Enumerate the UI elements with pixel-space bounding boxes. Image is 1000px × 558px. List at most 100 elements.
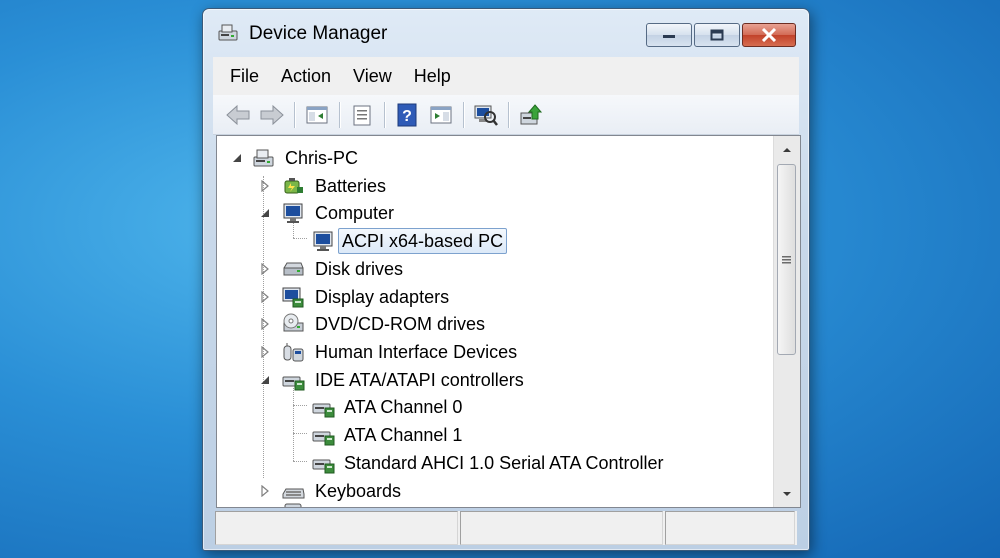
tree-node-label: Chris-PC [285,148,359,168]
tree-node-acpi-pc[interactable]: ACPI x64-based PC [217,228,767,254]
device-tree: Chris-PC Batteries Computer ACPI x64-bas… [217,136,773,507]
tree-node-label: Standard AHCI 1.0 Serial ATA Controller [344,453,664,473]
tree-node-label: IDE ATA/ATAPI controllers [315,370,524,390]
scroll-up-button[interactable] [774,138,800,162]
properties-button[interactable] [345,99,379,131]
disk-drive-icon [281,258,305,280]
next-node-icon [281,502,305,507]
computer-root-icon [251,147,275,169]
minimize-button[interactable] [646,23,692,47]
display-adapter-icon [281,286,305,308]
menu-help[interactable]: Help [403,61,462,91]
scroll-up-icon [783,148,791,152]
help-icon: ? [397,103,417,126]
toolbar-separator [339,101,340,128]
tree-node-disk-drives[interactable]: Disk drives [217,256,767,282]
ide-controller-icon [311,396,335,418]
tree-node-ide-controllers[interactable]: IDE ATA/ATAPI controllers [217,367,767,393]
scrollbar-thumb[interactable] [777,164,796,355]
tree-node-dvd-drives[interactable]: DVD/CD-ROM drives [217,311,767,337]
tree-node-display-adapters[interactable]: Display adapters [217,284,767,310]
dvd-drive-icon [281,313,305,335]
back-button[interactable] [221,99,255,131]
menu-view[interactable]: View [342,61,403,91]
scroll-down-icon [783,492,791,496]
console-tree-icon [306,106,328,123]
scan-hardware-icon [474,105,498,126]
vertical-scrollbar[interactable] [773,136,800,507]
keyboard-icon [281,480,305,502]
status-panel-2 [460,511,664,545]
collapse-icon[interactable] [259,374,271,386]
tree-node-ahci-controller[interactable]: Standard AHCI 1.0 Serial ATA Controller [217,450,767,476]
update-driver-button[interactable] [514,99,548,131]
ide-controller-icon [311,424,335,446]
maximize-icon [710,29,724,41]
hid-icon [281,341,305,363]
device-manager-app-icon [217,23,239,43]
tree-node-batteries[interactable]: Batteries [217,173,767,199]
tree-node-label: Keyboards [315,481,402,501]
title-bar[interactable]: Device Manager [203,9,809,53]
status-bar [215,511,797,545]
grip-icon [782,255,791,263]
tree-node-computer[interactable]: Computer [217,200,767,226]
expand-icon[interactable] [259,485,271,497]
monitor-icon [311,230,335,252]
monitor-icon [281,202,305,224]
action-pane-icon [430,106,452,123]
menu-bar: File Action View Help [213,57,799,95]
device-tree-pane[interactable]: Chris-PC Batteries Computer ACPI x64-bas… [216,135,801,508]
maximize-button[interactable] [694,23,740,47]
status-panel-3 [665,511,795,545]
tree-node-label: ATA Channel 1 [344,425,463,445]
window-title: Device Manager [249,23,388,44]
battery-icon [281,175,305,197]
tree-node-keyboards[interactable]: Keyboards [217,478,767,504]
tree-node-label: Human Interface Devices [315,342,518,362]
device-manager-window: Device Manager File Action View Help ? C… [202,8,810,551]
toolbar-separator [294,101,295,128]
forward-button[interactable] [255,99,289,131]
ide-controller-icon [281,369,305,391]
menu-action[interactable]: Action [270,61,342,91]
collapse-icon[interactable] [259,207,271,219]
caption-buttons [646,23,796,47]
toolbar-separator [384,101,385,128]
tree-node-label: Disk drives [315,259,404,279]
svg-text:?: ? [402,108,412,125]
properties-icon [353,105,371,125]
expand-icon[interactable] [259,318,271,330]
tree-node-label: Computer [315,203,395,223]
expand-icon[interactable] [259,180,271,192]
tree-node-root[interactable]: Chris-PC [217,145,767,171]
tree-node-label-selected: ACPI x64-based PC [338,228,508,254]
tree-node-ata-channel-0[interactable]: ATA Channel 0 [217,394,767,420]
menu-file[interactable]: File [219,61,270,91]
status-panel-1 [215,511,459,545]
scroll-down-button[interactable] [774,482,800,506]
expand-icon[interactable] [259,346,271,358]
console-tree-button[interactable] [300,99,334,131]
toolbar: ? [213,95,799,135]
tree-node-hid[interactable]: Human Interface Devices [217,339,767,365]
toolbar-separator [463,101,464,128]
collapse-icon[interactable] [231,152,243,164]
toolbar-separator [508,101,509,128]
tree-node-label: DVD/CD-ROM drives [315,314,486,334]
scan-hardware-button[interactable] [469,99,503,131]
help-button[interactable]: ? [390,99,424,131]
expand-icon[interactable] [259,263,271,275]
forward-icon [260,104,284,125]
action-pane-button[interactable] [424,99,458,131]
close-button[interactable] [742,23,796,47]
tree-node-label: ATA Channel 0 [344,397,463,417]
tree-node-label: Display adapters [315,287,450,307]
expand-icon[interactable] [259,291,271,303]
tree-node-ata-channel-1[interactable]: ATA Channel 1 [217,422,767,448]
ide-controller-icon [311,452,335,474]
back-icon [226,104,250,125]
minimize-icon [663,35,675,38]
tree-node-label: Batteries [315,176,387,196]
close-icon [761,28,777,42]
